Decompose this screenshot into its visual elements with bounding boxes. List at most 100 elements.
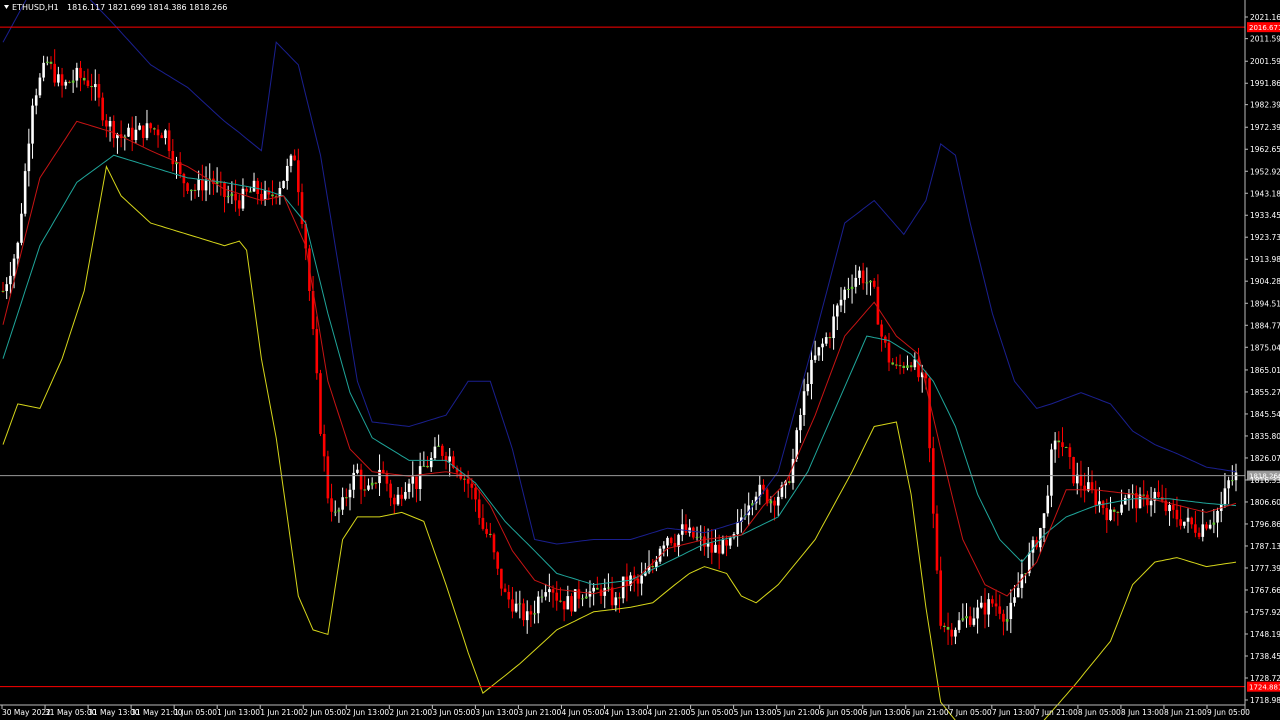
price-tick-label: 1796.865 [1250,520,1280,529]
candle-body [559,600,562,602]
candle-body [297,160,300,193]
candle-body [507,591,511,600]
time-tick-label: 2 Jun 21:00 [389,708,432,717]
candle-body [806,384,810,392]
candle-body [134,129,138,141]
candle-body [544,592,547,597]
candle-body [93,84,97,88]
candle-body [348,489,352,498]
candle-body [762,484,765,490]
candle-body [662,545,666,549]
candle-body [965,616,968,619]
candle-body [407,483,411,492]
candle-body [581,598,584,600]
time-tick-label: 6 Jun 13:00 [863,708,906,717]
candle-body [64,81,68,86]
candle-body [1231,480,1234,482]
candle-body [1,290,5,292]
candle-body [374,482,378,484]
candle-body [555,592,559,601]
candle-body [703,536,706,547]
candle [1072,456,1075,487]
candle-body [97,84,101,98]
candle-body [573,589,577,612]
candle-body [34,95,38,106]
candle-body [326,456,330,499]
candle-body [810,359,813,385]
candle-body [695,537,699,539]
candle-body [27,143,31,172]
price-tick-label: 1855.275 [1250,388,1280,397]
candle-body [345,497,348,499]
candle-body [330,498,333,512]
price-tick-label: 1943.185 [1250,189,1280,198]
candle-body [1009,602,1013,619]
candle-body [160,135,164,139]
candle-body [791,458,795,483]
price-tick-label: 1904.285 [1250,277,1280,286]
candle-body [1157,491,1160,498]
price-tick-label: 1972.390 [1250,123,1280,132]
candle-body [437,445,440,447]
candle-body [736,521,739,535]
price-tick-label: 1894.510 [1250,299,1280,308]
candle-body [684,524,688,533]
candle-body [370,482,374,486]
candle-body [839,299,843,306]
candle-body [68,81,71,83]
candle-body [1212,522,1216,525]
candle-body [858,270,861,278]
candle-body [385,473,389,484]
candle-body [522,603,525,621]
price-tick-label: 1816.335 [1250,476,1280,485]
candle-body [939,570,942,626]
candle-body [466,478,470,484]
price-tick-label: 1962.655 [1250,145,1280,154]
candle-body [245,188,248,192]
candle-body [45,61,49,63]
candle-body [1072,457,1075,484]
price-tick-label: 1835.805 [1250,432,1280,441]
candle-body [463,478,466,480]
candle-body [618,597,621,599]
time-tick-label: 8 Jun 05:00 [1078,708,1121,717]
candle-body [9,275,12,285]
candle-body [1216,510,1219,523]
price-tick-label: 1757.925 [1250,608,1280,617]
candle-body [252,180,256,192]
candle-body [987,599,990,615]
price-tick-label: 2001.595 [1250,57,1280,66]
candle-body [511,599,514,612]
candle-body [1175,509,1179,520]
candle-body [145,123,149,138]
candle-body [688,527,691,533]
candle-body [75,67,79,81]
candle-body [1112,509,1116,512]
candle [319,369,322,437]
candle-body [640,575,643,584]
candle-body [570,596,573,612]
time-tick-label: 9 Jun 05:00 [1207,708,1250,717]
time-tick-label: 1 Jun 13:00 [217,708,260,717]
candle-body [788,481,791,483]
candle-body [234,193,237,201]
candle-body [1013,597,1016,603]
time-tick-label: 5 Jun 05:00 [691,708,734,717]
candle-body [1109,509,1112,521]
candle-body [991,599,994,604]
candle-body [112,121,116,139]
candle-body [1068,447,1072,458]
price-tick-label: 2011.595 [1250,35,1280,44]
candle-body [854,277,858,287]
candle-body [976,607,979,619]
candle-body [957,620,961,630]
candle [935,505,939,574]
candle-body [418,466,422,490]
candle-body [422,465,426,467]
time-tick-label: 3 Jun 05:00 [432,708,475,717]
time-tick-label: 6 Jun 21:00 [906,708,949,717]
candle-body [548,589,551,593]
price-chart[interactable]: 2016.6711818.2661724.881 2021.1662011.59… [0,0,1280,720]
candle-body [824,337,828,344]
candle-body [1061,442,1064,448]
